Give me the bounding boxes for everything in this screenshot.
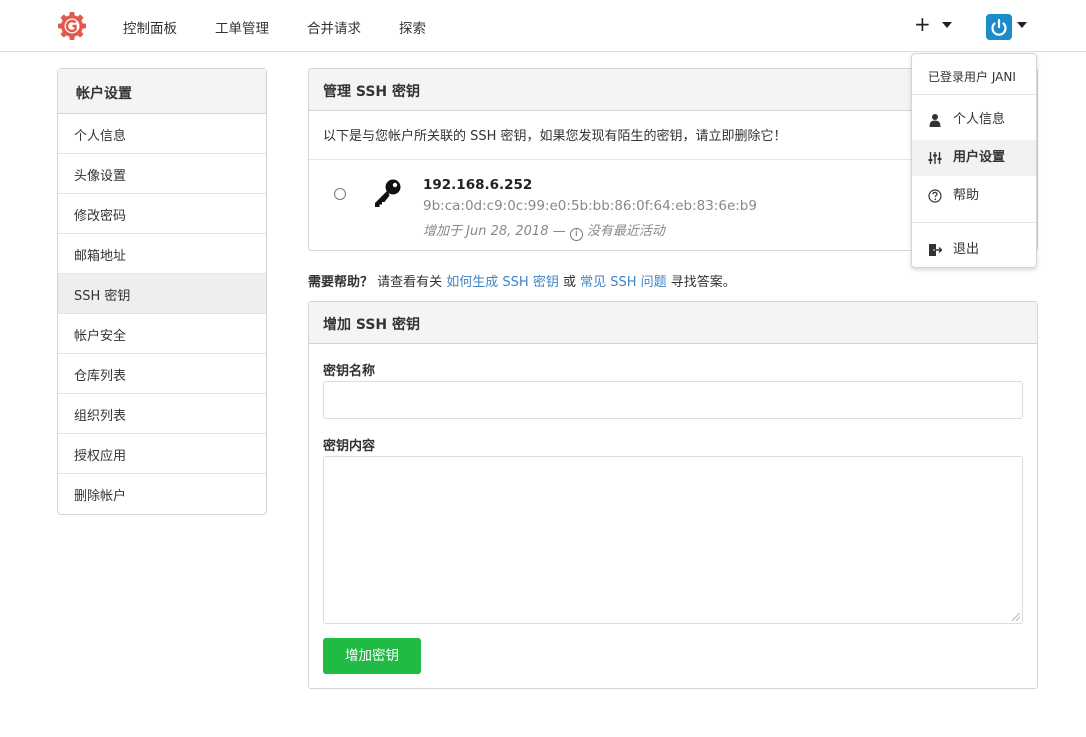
key-content-label: 密钥内容 xyxy=(323,439,376,454)
sidebar-item-delete-account[interactable]: 删除帐户 xyxy=(58,474,266,514)
sidebar-item-password[interactable]: 修改密码 xyxy=(58,194,266,234)
key-icon xyxy=(375,179,401,207)
user-menu-chevron-down-icon[interactable] xyxy=(1017,22,1027,28)
ssh-key-name: 192.168.6.252 xyxy=(423,177,533,193)
menu-item-help-label: 帮助 xyxy=(953,188,980,203)
menu-item-settings[interactable]: 用户设置 xyxy=(912,140,1036,176)
settings-sidebar: 帐户设置 个人信息 头像设置 修改密码 邮箱地址 SSH 密钥 帐户安全 仓库列… xyxy=(57,68,267,515)
link-generate-ssh-key[interactable]: 如何生成 SSH 密钥 xyxy=(446,275,559,290)
top-navbar: 控制面板 工单管理 合并请求 探索 + xyxy=(0,0,1086,52)
sidebar-item-ssh-keys[interactable]: SSH 密钥 xyxy=(58,274,266,314)
sidebar-item-repos[interactable]: 仓库列表 xyxy=(58,354,266,394)
key-content-textarea[interactable] xyxy=(323,456,1023,624)
nav-explore[interactable]: 探索 xyxy=(399,17,426,37)
help-text-3: 寻找答案。 xyxy=(666,275,736,290)
user-icon xyxy=(929,114,941,127)
add-ssh-key-title: 增加 SSH 密钥 xyxy=(309,302,1037,344)
add-ssh-key-panel: 增加 SSH 密钥 密钥名称 密钥内容 增加密钥 xyxy=(308,301,1038,689)
sidebar-item-avatar[interactable]: 头像设置 xyxy=(58,154,266,194)
menu-divider xyxy=(912,94,1036,95)
sidebar-item-organizations[interactable]: 组织列表 xyxy=(58,394,266,434)
chevron-down-icon[interactable] xyxy=(942,22,952,28)
ssh-key-activity: 没有最近活动 xyxy=(586,224,665,239)
key-name-label: 密钥名称 xyxy=(323,364,376,379)
ssh-key-added-date: 增加于 Jun 28, 2018 — xyxy=(423,224,566,239)
link-ssh-faq[interactable]: 常见 SSH 问题 xyxy=(580,275,667,290)
sidebar-item-applications[interactable]: 授权应用 xyxy=(58,434,266,474)
menu-item-settings-label: 用户设置 xyxy=(953,150,1006,165)
create-new-button[interactable]: + xyxy=(914,13,931,35)
nav-dashboard[interactable]: 控制面板 xyxy=(123,17,177,37)
menu-item-signout[interactable]: 退出 xyxy=(912,232,1036,268)
gitea-logo-icon[interactable] xyxy=(57,11,87,41)
resize-handle-icon[interactable] xyxy=(1012,613,1020,621)
help-lead: 需要帮助？ xyxy=(308,275,374,290)
signed-in-as-header: 已登录用户 JANI xyxy=(928,70,1016,84)
settings-sliders-icon xyxy=(928,152,942,164)
nav-issues[interactable]: 工单管理 xyxy=(215,17,269,37)
sidebar-title: 帐户设置 xyxy=(58,69,266,114)
help-text-2: 或 xyxy=(558,275,581,290)
user-avatar[interactable] xyxy=(986,14,1012,40)
info-icon: i xyxy=(569,228,583,241)
sign-out-icon xyxy=(929,244,942,256)
help-text-1: 请查看有关 xyxy=(373,275,447,290)
ssh-help-text: 需要帮助？ 请查看有关 如何生成 SSH 密钥 或 常见 SSH 问题 寻找答案… xyxy=(308,271,736,290)
menu-item-profile-label: 个人信息 xyxy=(953,112,1006,127)
sidebar-item-profile[interactable]: 个人信息 xyxy=(58,114,266,154)
ssh-key-fingerprint: 9b:ca:0d:c9:0c:99:e0:5b:bb:86:0f:64:eb:8… xyxy=(423,198,757,214)
sidebar-item-emails[interactable]: 邮箱地址 xyxy=(58,234,266,274)
key-name-input[interactable] xyxy=(323,381,1023,419)
key-status-radio xyxy=(334,188,346,200)
menu-item-signout-label: 退出 xyxy=(953,242,980,257)
menu-item-help[interactable]: 帮助 xyxy=(912,178,1036,214)
ssh-key-meta: 增加于 Jun 28, 2018 — i 没有最近活动 xyxy=(423,220,665,241)
nav-pull-requests[interactable]: 合并请求 xyxy=(307,17,361,37)
menu-divider xyxy=(912,222,1036,223)
menu-item-profile[interactable]: 个人信息 xyxy=(912,102,1036,138)
help-circle-icon xyxy=(928,189,942,203)
add-key-button[interactable]: 增加密钥 xyxy=(323,638,421,674)
user-dropdown-menu: 已登录用户 JANI 个人信息 用户设置 帮助 退出 xyxy=(911,53,1037,268)
sidebar-item-security[interactable]: 帐户安全 xyxy=(58,314,266,354)
